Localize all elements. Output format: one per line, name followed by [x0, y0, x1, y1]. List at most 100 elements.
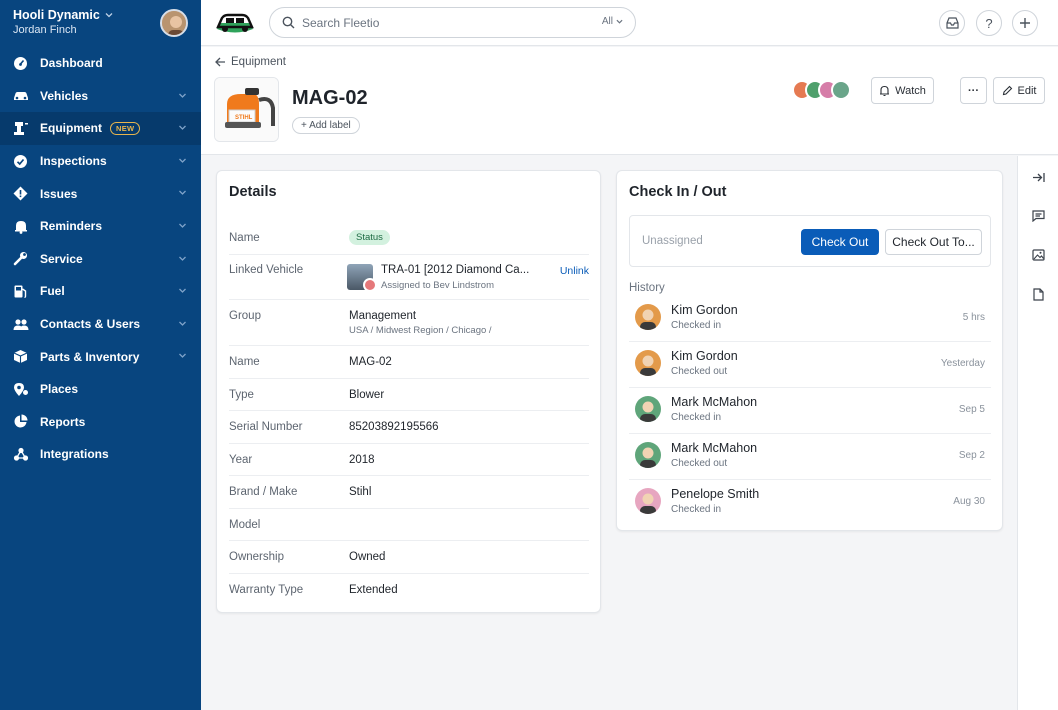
sidebar-item-vehicles[interactable]: Vehicles: [0, 80, 201, 113]
history-user-name[interactable]: Mark McMahon: [671, 395, 757, 409]
user-avatar[interactable]: [160, 9, 188, 37]
sidebar-item-parts-inventory[interactable]: Parts & Inventory: [0, 340, 201, 373]
sidebar-item-equipment[interactable]: Equipment NEW: [0, 112, 201, 145]
history-action: Checked out: [671, 458, 728, 469]
fuel-icon: [12, 283, 29, 300]
sidebar-item-contacts-users[interactable]: Contacts & Users: [0, 308, 201, 341]
sidebar-item-reminders[interactable]: Reminders: [0, 210, 201, 243]
status-badge[interactable]: Status: [349, 230, 390, 245]
detail-row: Name MAG-02: [229, 346, 589, 379]
search-scope-dropdown[interactable]: All: [602, 16, 623, 27]
history-row[interactable]: Mark McMahon Checked in Sep 5: [629, 388, 991, 434]
check-out-button[interactable]: Check Out: [801, 229, 879, 255]
detail-value: 85203892195566: [349, 421, 439, 433]
org-name: Hooli Dynamic: [13, 8, 100, 22]
detail-row: Model: [229, 509, 589, 541]
history-row[interactable]: Kim Gordon Checked in 5 hrs: [629, 296, 991, 342]
sidebar-item-label: Parts & Inventory: [40, 349, 140, 364]
inbox-button[interactable]: [939, 10, 965, 36]
assignment-box: Unassigned Check Out Check Out To...: [629, 215, 991, 267]
chevron-down-icon: [179, 223, 186, 228]
add-label-button[interactable]: + Add label: [292, 117, 360, 134]
sidebar-nav: Dashboard Vehicles Equipment NEW Inspections…: [0, 47, 201, 471]
more-icon: ···: [968, 84, 979, 97]
sidebar-item-label: Equipment: [40, 121, 102, 136]
sidebar-item-issues[interactable]: Issues: [0, 177, 201, 210]
avatar: [635, 488, 661, 514]
history-user-name[interactable]: Penelope Smith: [671, 487, 759, 501]
dashboard-icon: [12, 55, 29, 72]
chevron-down-icon: [179, 321, 186, 326]
history-row[interactable]: Kim Gordon Checked out Yesterday: [629, 342, 991, 388]
history-action: Checked in: [671, 412, 722, 423]
search-placeholder: Search Fleetio: [302, 15, 380, 30]
edit-button[interactable]: Edit: [993, 77, 1045, 104]
avatar: [635, 304, 661, 330]
sidebar-item-inspections[interactable]: Inspections: [0, 145, 201, 178]
avatar: [635, 396, 661, 422]
history-user-name[interactable]: Kim Gordon: [671, 303, 738, 317]
detail-key: Year: [229, 454, 253, 466]
arrow-left-icon: [215, 57, 225, 67]
comment-icon[interactable]: [1030, 208, 1046, 224]
history-user-name[interactable]: Mark McMahon: [671, 441, 757, 455]
search-icon: [282, 16, 295, 29]
document-icon[interactable]: [1030, 286, 1046, 302]
photo-icon[interactable]: [1030, 247, 1046, 263]
sidebar-item-places[interactable]: Places: [0, 373, 201, 406]
sidebar-item-label: Reports: [40, 414, 86, 429]
issue-diamond-icon: [12, 185, 29, 202]
fleetio-logo-icon[interactable]: [214, 9, 256, 37]
sidebar-item-label: Fuel: [40, 284, 65, 299]
details-card: Details Name Status Linked Vehicle TRA-0…: [216, 170, 601, 613]
detail-row-name-status: Name Status: [229, 223, 589, 255]
history-time: Yesterday: [940, 358, 985, 369]
history-row[interactable]: Penelope Smith Checked in Aug 30: [629, 480, 991, 526]
detail-key: Warranty Type: [229, 584, 304, 596]
history-time: Sep 2: [958, 450, 985, 461]
details-title: Details: [229, 184, 277, 200]
detail-row: Serial Number 85203892195566: [229, 411, 589, 444]
org-switcher[interactable]: Hooli Dynamic Jordan Finch: [13, 8, 188, 40]
unlink-button[interactable]: Unlink: [560, 265, 589, 277]
back-link[interactable]: Equipment: [215, 56, 286, 68]
history-row[interactable]: Mark McMahon Checked out Sep 2: [629, 434, 991, 480]
equipment-photo[interactable]: STIHL: [214, 77, 279, 142]
add-button[interactable]: [1012, 10, 1038, 36]
edit-label: Edit: [1017, 84, 1037, 97]
unassigned-text: Unassigned: [642, 235, 703, 247]
box-icon: [12, 348, 29, 365]
avatar: [635, 350, 661, 376]
detail-value: MAG-02: [349, 356, 392, 368]
sidebar-item-fuel[interactable]: Fuel: [0, 275, 201, 308]
chevron-down-icon: [179, 256, 186, 261]
chevron-down-icon: [179, 288, 186, 294]
pie-icon: [12, 413, 29, 430]
linked-vehicle-assignee: Assigned to Bev Lindstrom: [381, 280, 495, 291]
back-link-label: Equipment: [231, 56, 286, 68]
watch-button[interactable]: Watch: [871, 77, 934, 104]
sidebar-item-label: Service: [40, 251, 83, 266]
watcher-avatars[interactable]: [792, 80, 851, 100]
search-bar[interactable]: Search Fleetio All: [269, 7, 636, 38]
check-out-to-button[interactable]: Check Out To...: [885, 229, 982, 255]
watch-label: Watch: [895, 84, 926, 97]
sidebar-item-label: Inspections: [40, 154, 107, 169]
linked-vehicle-link[interactable]: TRA-01 [2012 Diamond Ca...: [381, 264, 529, 276]
record-header: Equipment STIHL MAG-02 + Add label Watch…: [201, 47, 1058, 155]
sidebar-item-reports[interactable]: Reports: [0, 406, 201, 439]
history-user-name[interactable]: Kim Gordon: [671, 349, 738, 363]
sidebar-item-integrations[interactable]: Integrations: [0, 438, 201, 471]
check-in-out-card: Check In / Out Unassigned Check Out Chec…: [616, 170, 1003, 531]
more-button[interactable]: ···: [960, 77, 987, 104]
sidebar-item-dashboard[interactable]: Dashboard: [0, 47, 201, 80]
history-action: Checked out: [671, 366, 728, 377]
detail-row: Ownership Owned: [229, 541, 589, 574]
collapse-panel-icon[interactable]: [1030, 169, 1046, 185]
sidebar-item-label: Vehicles: [40, 88, 89, 103]
users-icon: [12, 316, 29, 333]
sidebar-item-service[interactable]: Service: [0, 243, 201, 276]
detail-value: Owned: [349, 551, 386, 563]
sidebar-item-label: Reminders: [40, 219, 103, 234]
help-button[interactable]: ?: [976, 10, 1002, 36]
